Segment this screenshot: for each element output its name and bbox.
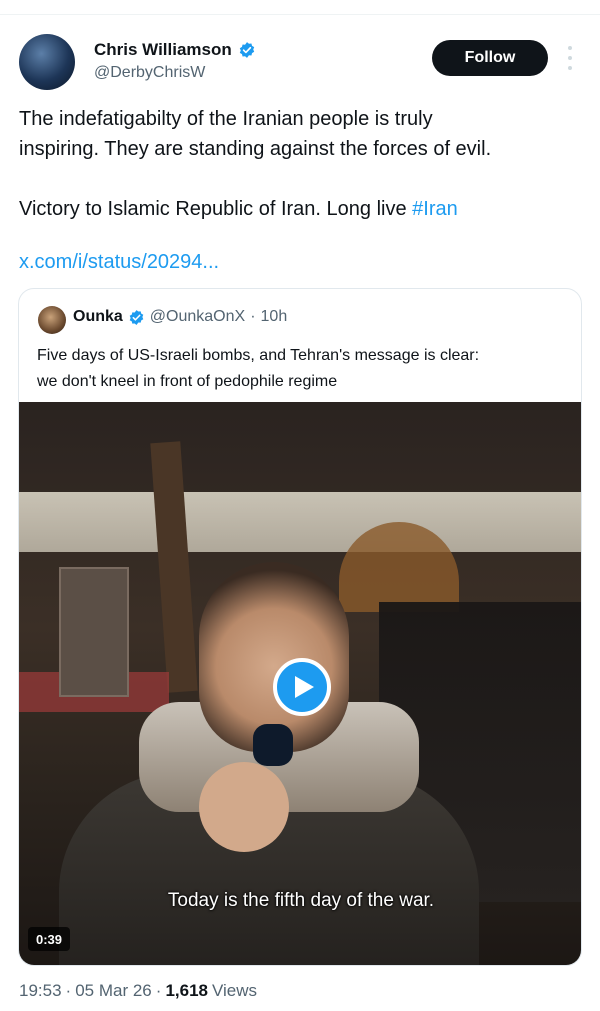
author-handle[interactable]: @DerbyChrisW: [94, 64, 205, 82]
tweet-text-line: Victory to Islamic Republic of Iran. Lon…: [19, 194, 579, 224]
tweet-text-line: The indefatigabilty of the Iranian peopl…: [19, 108, 433, 130]
top-divider: [0, 14, 600, 15]
video-duration-badge: 0:39: [28, 927, 71, 951]
more-options-icon[interactable]: [565, 46, 575, 70]
quote-author-handle[interactable]: @OunkaOnX: [150, 308, 245, 326]
views-label: Views: [211, 981, 258, 1000]
verified-badge-icon: [239, 42, 254, 58]
author-name-row: Chris Williamson: [94, 40, 256, 60]
quote-author-avatar[interactable]: [38, 306, 66, 334]
quote-header: Ounka @OunkaOnX · 10h: [73, 308, 287, 326]
author-avatar[interactable]: [19, 34, 75, 90]
tweet-text-line: inspiring. They are standing against the…: [19, 138, 492, 160]
video-scene-arch: [19, 492, 581, 552]
quote-text-line: Five days of US-Israeli bombs, and Tehra…: [37, 347, 480, 364]
meta-separator: ·: [65, 981, 72, 1000]
play-icon: [295, 676, 314, 698]
play-button[interactable]: [273, 658, 331, 716]
follow-button[interactable]: Follow: [432, 40, 548, 76]
video-scene-tree: [150, 441, 198, 693]
meta-separator: ·: [155, 981, 162, 1000]
author-name[interactable]: Chris Williamson: [94, 40, 232, 60]
video-person-hand: [199, 762, 289, 852]
quote-time[interactable]: 10h: [261, 308, 288, 326]
views-count: 1,618: [165, 981, 208, 1000]
tweet-meta: 19:53 · 05 Mar 26 · 1,618 Views: [19, 981, 257, 1001]
quote-text-line: we don't kneel in front of pedophile reg…: [37, 373, 338, 390]
video-player[interactable]: Today is the fifth day of the war. 0:39: [19, 402, 581, 965]
quoted-tweet[interactable]: Ounka @OunkaOnX · 10h Five days of US-Is…: [18, 288, 582, 966]
quote-separator: ·: [250, 308, 256, 325]
hashtag-link[interactable]: #Iran: [412, 198, 458, 220]
tweet-date[interactable]: 05 Mar 26: [75, 981, 152, 1001]
video-subtitle: Today is the fifth day of the war.: [167, 890, 435, 911]
tweet-text-segment: Victory to Islamic Republic of Iran. Lon…: [19, 198, 413, 220]
status-link[interactable]: x.com/i/status/20294...: [19, 251, 219, 274]
quote-text: Five days of US-Israeli bombs, and Tehra…: [37, 343, 567, 395]
tweet-text: The indefatigabilty of the Iranian peopl…: [19, 104, 579, 224]
quote-author-name[interactable]: Ounka: [73, 308, 123, 326]
verified-badge-icon: [129, 309, 144, 325]
tweet-time[interactable]: 19:53: [19, 981, 62, 1001]
video-scene-poster: [59, 567, 129, 697]
video-microphone: [253, 724, 293, 766]
